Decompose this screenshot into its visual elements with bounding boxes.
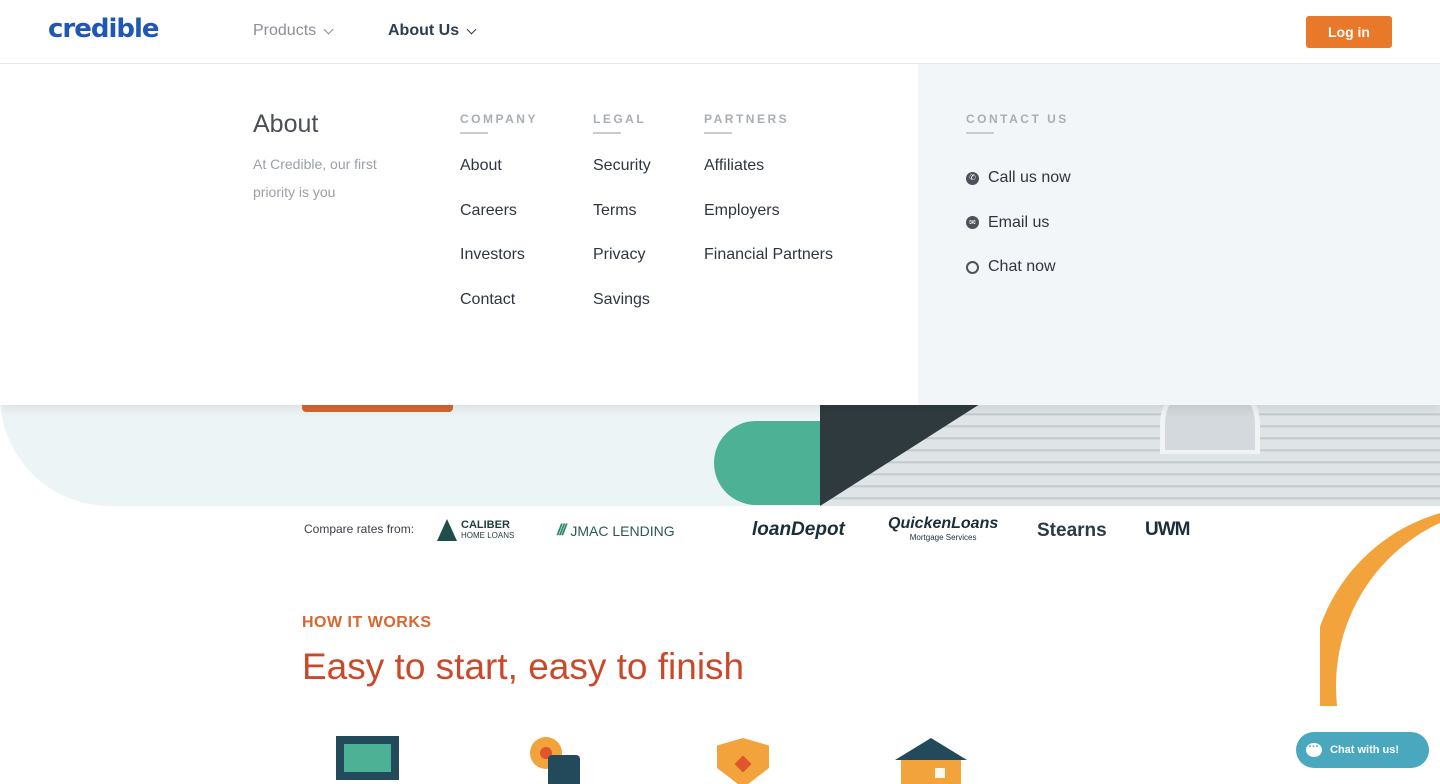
link-savings[interactable]: Savings <box>593 290 651 335</box>
quicken-sub: Mortgage Services <box>909 533 977 542</box>
nav-about-us[interactable]: About Us <box>388 22 477 40</box>
hero-house-image <box>820 404 1440 506</box>
compare-rates-label: Compare rates from: <box>304 522 415 536</box>
tap-icon <box>530 737 582 784</box>
credible-logo[interactable]: credible <box>48 14 160 44</box>
link-about[interactable]: About <box>460 156 538 201</box>
link-privacy[interactable]: Privacy <box>593 245 651 290</box>
jmac-mark-icon: /// <box>557 522 566 539</box>
how-it-works-label: HOW IT WORKS <box>302 614 432 631</box>
stearns-logo: Stearns <box>1037 520 1107 541</box>
chevron-down-icon <box>466 24 477 34</box>
chat-now-label: Chat now <box>988 258 1056 276</box>
link-investors[interactable]: Investors <box>460 245 538 290</box>
contact-heading: CONTACT US <box>966 112 1071 134</box>
house-window <box>1160 404 1260 454</box>
chevron-down-icon <box>323 24 334 34</box>
how-it-works-title: Easy to start, easy to finish <box>302 646 745 687</box>
company-heading: COMPANY <box>460 112 538 134</box>
chat-circle-icon <box>966 260 979 274</box>
contact-column: CONTACT US ✆ Call us now ✉ Email us Chat… <box>966 112 1071 290</box>
quicken-main: QuickenLoans <box>888 515 999 532</box>
chat-widget-label: Chat with us! <box>1330 744 1400 756</box>
site-header: credible Products About Us Log in <box>0 0 1440 64</box>
phone-icon: ✆ <box>966 171 979 185</box>
caliber-mark-icon <box>437 519 457 541</box>
jmac-logo: /// JMAC LENDING <box>557 522 675 540</box>
caliber-line2: HOME LOANS <box>461 530 515 540</box>
nav-products-label: Products <box>253 22 317 39</box>
call-us-label: Call us now <box>988 169 1071 187</box>
dropdown-description: At Credible, our first priority is you <box>253 156 377 200</box>
link-employers[interactable]: Employers <box>704 201 833 246</box>
loandepot-logo: loanDepot <box>752 519 845 540</box>
jmac-text: JMAC LENDING <box>570 523 675 539</box>
link-affiliates[interactable]: Affiliates <box>704 156 833 201</box>
company-column: COMPANY About Careers Investors Contact <box>460 112 538 334</box>
decorative-orange-arc <box>1320 506 1440 706</box>
caliber-logo: CALIBER HOME LOANS <box>437 519 514 541</box>
email-icon: ✉ <box>966 216 979 230</box>
legal-heading: LEGAL <box>593 112 651 134</box>
house-roof <box>820 404 980 506</box>
email-us-label: Email us <box>988 213 1050 231</box>
caliber-line1: CALIBER <box>461 518 510 531</box>
partners-column: PARTNERS Affiliates Employers Financial … <box>704 112 833 290</box>
legal-column: LEGAL Security Terms Privacy Savings <box>593 112 651 334</box>
uwm-logo: UWM <box>1145 519 1190 540</box>
chat-now-link[interactable]: Chat now <box>966 245 1071 290</box>
call-us-link[interactable]: ✆ Call us now <box>966 156 1071 201</box>
monitor-icon <box>336 736 399 780</box>
about-dropdown-menu: About At Credible, our first priority is… <box>0 64 1440 405</box>
nav-products[interactable]: Products <box>253 22 334 40</box>
house-icon <box>895 738 967 784</box>
quicken-loans-logo: QuickenLoans Mortgage Services <box>888 515 999 545</box>
partners-heading: PARTNERS <box>704 112 833 134</box>
link-contact[interactable]: Contact <box>460 290 538 335</box>
link-terms[interactable]: Terms <box>593 201 651 246</box>
dropdown-title: About <box>253 110 319 138</box>
link-financial-partners[interactable]: Financial Partners <box>704 245 833 290</box>
chat-bubble-icon <box>1306 738 1322 757</box>
link-careers[interactable]: Careers <box>460 201 538 246</box>
login-button[interactable]: Log in <box>1306 16 1392 48</box>
link-security[interactable]: Security <box>593 156 651 201</box>
email-us-link[interactable]: ✉ Email us <box>966 201 1071 246</box>
shield-icon <box>717 738 769 784</box>
chat-widget-button[interactable]: Chat with us! <box>1296 732 1429 768</box>
nav-about-us-label: About Us <box>388 22 460 39</box>
